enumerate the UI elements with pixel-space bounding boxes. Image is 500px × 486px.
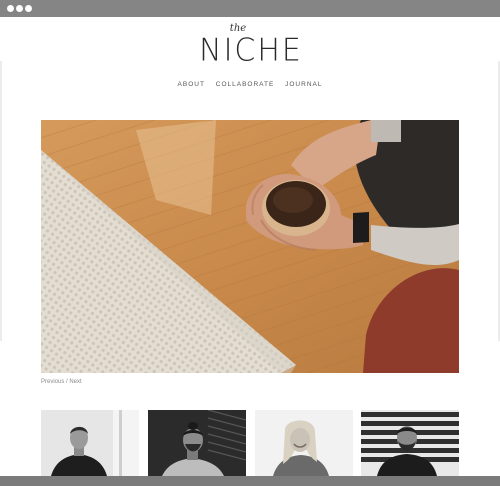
thumbnail-4[interactable] [361,410,459,476]
pager-separator: / [66,379,68,385]
nav-collaborate[interactable]: COLLABORATE [216,81,275,88]
hero-image [41,120,459,373]
coffee-hands-photo [41,120,459,373]
site-logo[interactable]: the NICHE [196,24,306,78]
logo-main-text: NICHE [199,32,303,69]
browser-title-bar [0,0,500,17]
nav-about[interactable]: ABOUT [178,81,205,88]
portrait-photo-3 [255,410,353,476]
portrait-photo-4 [361,410,459,476]
close-dot-icon[interactable] [7,5,14,12]
next-link[interactable]: Next [69,379,81,385]
portrait-photo-2 [148,410,246,476]
portrait-photo-1 [41,410,139,476]
previous-link[interactable]: Previous [41,379,64,385]
page-viewport: the NICHE ABOUT COLLABORATE JOURNAL Prev… [0,17,500,476]
left-page-edge [0,61,2,341]
thumbnail-2[interactable] [148,410,246,476]
main-nav: ABOUT COLLABORATE JOURNAL [0,81,500,88]
thumbnail-grid [41,410,459,476]
maximize-dot-icon[interactable] [25,5,32,12]
post-pager: Previous / Next [41,379,82,385]
thumbnail-3[interactable] [255,410,353,476]
minimize-dot-icon[interactable] [16,5,23,12]
browser-bottom-bar [0,476,500,486]
thumbnail-1[interactable] [41,410,139,476]
nav-journal[interactable]: JOURNAL [285,81,322,88]
window-controls [7,5,32,12]
